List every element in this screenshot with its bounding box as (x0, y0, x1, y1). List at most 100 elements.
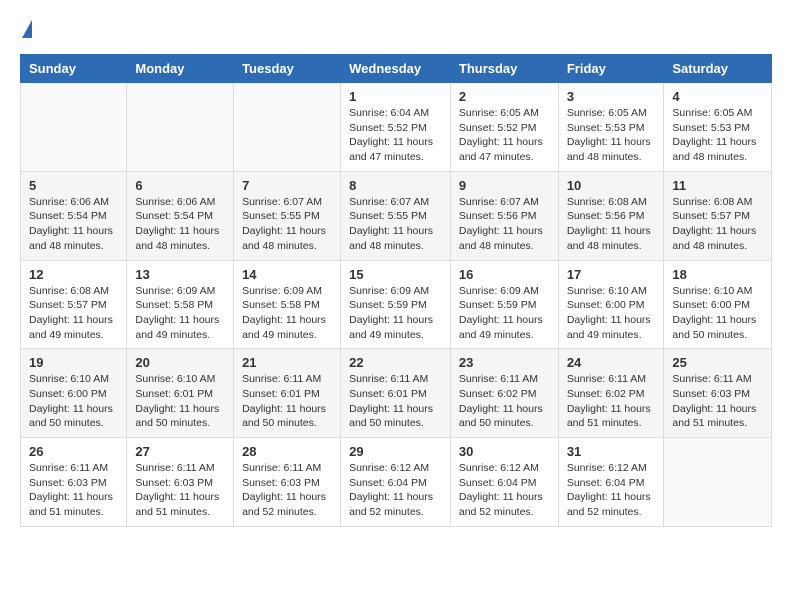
day-info: Sunrise: 6:12 AM Sunset: 6:04 PM Dayligh… (567, 461, 656, 520)
calendar-cell: 23 Sunrise: 6:11 AM Sunset: 6:02 PM Dayli… (450, 349, 558, 438)
calendar-cell (234, 83, 341, 172)
day-info: Sunrise: 6:05 AM Sunset: 5:53 PM Dayligh… (672, 106, 763, 165)
calendar-cell: 19 Sunrise: 6:10 AM Sunset: 6:00 PM Dayli… (21, 349, 127, 438)
day-info: Sunrise: 6:04 AM Sunset: 5:52 PM Dayligh… (349, 106, 442, 165)
day-number: 14 (242, 267, 332, 282)
calendar-cell: 3 Sunrise: 6:05 AM Sunset: 5:53 PM Daylig… (558, 83, 664, 172)
day-info: Sunrise: 6:10 AM Sunset: 6:01 PM Dayligh… (135, 372, 225, 431)
calendar-cell: 12Sunrise: 6:08 AM Sunset: 5:57 PM Dayli… (21, 260, 127, 349)
calendar-cell: 17 Sunrise: 6:10 AM Sunset: 6:00 PM Dayli… (558, 260, 664, 349)
day-number: 18 (672, 267, 763, 282)
day-number: 20 (135, 355, 225, 370)
day-info: Sunrise: 6:10 AM Sunset: 6:00 PM Dayligh… (567, 284, 656, 343)
header-wednesday: Wednesday (341, 55, 451, 83)
calendar-cell (127, 83, 234, 172)
header-friday: Friday (558, 55, 664, 83)
day-number: 6 (135, 178, 225, 193)
calendar-cell: 10 Sunrise: 6:08 AM Sunset: 5:56 PM Dayli… (558, 171, 664, 260)
day-number: 11 (672, 178, 763, 193)
day-number: 17 (567, 267, 656, 282)
day-info: Sunrise: 6:07 AM Sunset: 5:55 PM Dayligh… (242, 195, 332, 254)
day-info: Sunrise: 6:08 AM Sunset: 5:57 PM Dayligh… (672, 195, 763, 254)
calendar-cell: 18 Sunrise: 6:10 AM Sunset: 6:00 PM Dayli… (664, 260, 772, 349)
calendar-cell: 28 Sunrise: 6:11 AM Sunset: 6:03 PM Dayli… (234, 438, 341, 527)
day-number: 2 (459, 89, 550, 104)
day-number: 13 (135, 267, 225, 282)
day-number: 24 (567, 355, 656, 370)
calendar-cell: 14 Sunrise: 6:09 AM Sunset: 5:58 PM Dayli… (234, 260, 341, 349)
day-info: Sunrise: 6:11 AM Sunset: 6:02 PM Dayligh… (459, 372, 550, 431)
day-info: Sunrise: 6:05 AM Sunset: 5:53 PM Dayligh… (567, 106, 656, 165)
day-number: 26 (29, 444, 118, 459)
day-number: 9 (459, 178, 550, 193)
logo (20, 20, 32, 38)
calendar-cell: 27Sunrise: 6:11 AM Sunset: 6:03 PM Dayli… (127, 438, 234, 527)
day-info: Sunrise: 6:11 AM Sunset: 6:01 PM Dayligh… (349, 372, 442, 431)
calendar-cell: 13 Sunrise: 6:09 AM Sunset: 5:58 PM Dayli… (127, 260, 234, 349)
header-saturday: Saturday (664, 55, 772, 83)
day-info: Sunrise: 6:09 AM Sunset: 5:59 PM Dayligh… (459, 284, 550, 343)
day-number: 1 (349, 89, 442, 104)
day-info: Sunrise: 6:11 AM Sunset: 6:02 PM Dayligh… (567, 372, 656, 431)
calendar-cell: 7 Sunrise: 6:07 AM Sunset: 5:55 PM Daylig… (234, 171, 341, 260)
calendar-week-4: 19 Sunrise: 6:10 AM Sunset: 6:00 PM Dayli… (21, 349, 772, 438)
calendar-cell: 21 Sunrise: 6:11 AM Sunset: 6:01 PM Dayli… (234, 349, 341, 438)
calendar-cell: 1 Sunrise: 6:04 AM Sunset: 5:52 PM Daylig… (341, 83, 451, 172)
calendar-week-3: 12Sunrise: 6:08 AM Sunset: 5:57 PM Dayli… (21, 260, 772, 349)
calendar-cell: 2 Sunrise: 6:05 AM Sunset: 5:52 PM Daylig… (450, 83, 558, 172)
calendar-cell: 16Sunrise: 6:09 AM Sunset: 5:59 PM Dayli… (450, 260, 558, 349)
day-number: 22 (349, 355, 442, 370)
day-info: Sunrise: 6:07 AM Sunset: 5:55 PM Dayligh… (349, 195, 442, 254)
calendar-week-2: 5Sunrise: 6:06 AM Sunset: 5:54 PM Daylig… (21, 171, 772, 260)
calendar-cell: 4 Sunrise: 6:05 AM Sunset: 5:53 PM Daylig… (664, 83, 772, 172)
day-number: 3 (567, 89, 656, 104)
day-number: 5 (29, 178, 118, 193)
day-info: Sunrise: 6:11 AM Sunset: 6:03 PM Dayligh… (242, 461, 332, 520)
day-number: 31 (567, 444, 656, 459)
day-info: Sunrise: 6:11 AM Sunset: 6:03 PM Dayligh… (29, 461, 118, 520)
header-sunday: Sunday (21, 55, 127, 83)
calendar-cell: 30 Sunrise: 6:12 AM Sunset: 6:04 PM Dayli… (450, 438, 558, 527)
day-info: Sunrise: 6:09 AM Sunset: 5:58 PM Dayligh… (242, 284, 332, 343)
day-number: 25 (672, 355, 763, 370)
calendar-cell: 11 Sunrise: 6:08 AM Sunset: 5:57 PM Dayli… (664, 171, 772, 260)
day-number: 19 (29, 355, 118, 370)
calendar-table: SundayMondayTuesdayWednesdayThursdayFrid… (20, 54, 772, 527)
day-info: Sunrise: 6:07 AM Sunset: 5:56 PM Dayligh… (459, 195, 550, 254)
day-info: Sunrise: 6:09 AM Sunset: 5:59 PM Dayligh… (349, 284, 442, 343)
calendar-cell (21, 83, 127, 172)
day-info: Sunrise: 6:05 AM Sunset: 5:52 PM Dayligh… (459, 106, 550, 165)
day-number: 28 (242, 444, 332, 459)
calendar-cell (664, 438, 772, 527)
day-number: 4 (672, 89, 763, 104)
header-thursday: Thursday (450, 55, 558, 83)
calendar-cell: 5Sunrise: 6:06 AM Sunset: 5:54 PM Daylig… (21, 171, 127, 260)
day-number: 30 (459, 444, 550, 459)
day-info: Sunrise: 6:11 AM Sunset: 6:01 PM Dayligh… (242, 372, 332, 431)
header-monday: Monday (127, 55, 234, 83)
calendar-cell: 29Sunrise: 6:12 AM Sunset: 6:04 PM Dayli… (341, 438, 451, 527)
day-info: Sunrise: 6:08 AM Sunset: 5:56 PM Dayligh… (567, 195, 656, 254)
day-info: Sunrise: 6:11 AM Sunset: 6:03 PM Dayligh… (672, 372, 763, 431)
day-info: Sunrise: 6:12 AM Sunset: 6:04 PM Dayligh… (459, 461, 550, 520)
calendar-cell: 20 Sunrise: 6:10 AM Sunset: 6:01 PM Dayli… (127, 349, 234, 438)
day-number: 8 (349, 178, 442, 193)
calendar-cell: 6Sunrise: 6:06 AM Sunset: 5:54 PM Daylig… (127, 171, 234, 260)
day-number: 21 (242, 355, 332, 370)
calendar-cell: 25 Sunrise: 6:11 AM Sunset: 6:03 PM Dayli… (664, 349, 772, 438)
calendar-cell: 24 Sunrise: 6:11 AM Sunset: 6:02 PM Dayli… (558, 349, 664, 438)
calendar-header-row: SundayMondayTuesdayWednesdayThursdayFrid… (21, 55, 772, 83)
day-info: Sunrise: 6:10 AM Sunset: 6:00 PM Dayligh… (29, 372, 118, 431)
logo-triangle-icon (22, 20, 32, 38)
calendar-cell: 22 Sunrise: 6:11 AM Sunset: 6:01 PM Dayli… (341, 349, 451, 438)
day-info: Sunrise: 6:09 AM Sunset: 5:58 PM Dayligh… (135, 284, 225, 343)
day-number: 10 (567, 178, 656, 193)
calendar-cell: 8 Sunrise: 6:07 AM Sunset: 5:55 PM Daylig… (341, 171, 451, 260)
calendar-week-5: 26 Sunrise: 6:11 AM Sunset: 6:03 PM Dayli… (21, 438, 772, 527)
calendar-cell: 15Sunrise: 6:09 AM Sunset: 5:59 PM Dayli… (341, 260, 451, 349)
day-info: Sunrise: 6:10 AM Sunset: 6:00 PM Dayligh… (672, 284, 763, 343)
day-number: 7 (242, 178, 332, 193)
calendar-cell: 31 Sunrise: 6:12 AM Sunset: 6:04 PM Dayli… (558, 438, 664, 527)
day-number: 27 (135, 444, 225, 459)
day-number: 23 (459, 355, 550, 370)
